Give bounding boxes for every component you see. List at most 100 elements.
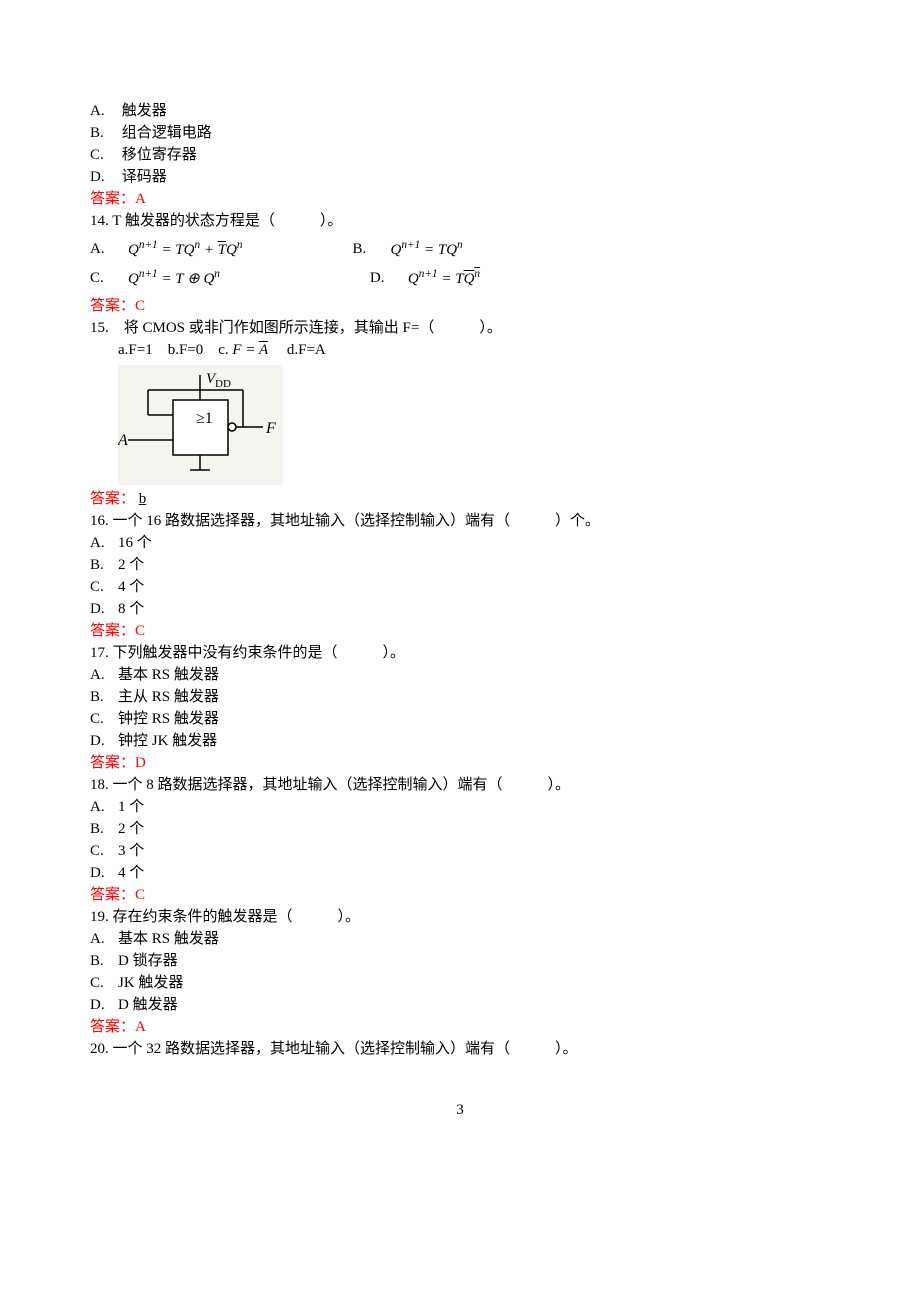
opt-text: 2 个 — [118, 821, 144, 837]
q14-option-a: A. Qn+1 = TQn + TQn — [90, 238, 243, 261]
opt-letter: B. — [90, 819, 118, 840]
q13-option-a: A. 触发器 — [90, 101, 830, 122]
opt-text: 2 个 — [118, 557, 144, 573]
equation: Qn+1 = TQn — [391, 238, 463, 261]
q15-stem: 15. 将 CMOS 或非门作如图所示连接，其输出 F=（ ）。 — [90, 318, 830, 339]
opt-text: 3 个 — [118, 843, 144, 859]
q14-answer: 答案：C — [90, 296, 830, 317]
opt-letter: A. — [90, 101, 118, 122]
equation: Qn+1 = T ⊕ Qn — [128, 267, 220, 290]
equation: Qn+1 = TQn — [408, 267, 480, 290]
gate-label: ≥1 — [196, 410, 213, 427]
q19-option-c: C.JK 触发器 — [90, 973, 830, 994]
equation: F = A — [232, 342, 268, 358]
q20-stem: 20. 一个 32 路数据选择器，其地址输入（选择控制输入）端有（ ）。 — [90, 1039, 830, 1060]
q16-option-d: D.8 个 — [90, 599, 830, 620]
q17-answer: 答案：D — [90, 753, 830, 774]
q16-stem: 16. 一个 16 路数据选择器，其地址输入（选择控制输入）端有（ ）个。 — [90, 511, 830, 532]
opt-letter: A. — [90, 929, 118, 950]
opt-text: 主从 RS 触发器 — [118, 689, 219, 705]
opt-letter: C. — [90, 145, 118, 166]
opt-letter: C. — [90, 268, 118, 289]
opt-text: 基本 RS 触发器 — [118, 667, 219, 683]
opt-text: 移位寄存器 — [122, 147, 197, 163]
q15-circuit-diagram: ≥1 V DD A F — [118, 365, 283, 485]
q14-options-row1: A. Qn+1 = TQn + TQn B. Qn+1 = TQn — [90, 238, 830, 261]
opt-text: 译码器 — [122, 169, 167, 185]
q19-option-d: D.D 触发器 — [90, 995, 830, 1016]
opt-letter: A. — [90, 797, 118, 818]
opt-text: 8 个 — [118, 601, 144, 617]
q14-stem: 14. T 触发器的状态方程是（ ）。 — [90, 211, 830, 232]
opt-text: 4 个 — [118, 579, 144, 595]
opt-text: 组合逻辑电路 — [122, 125, 212, 141]
q13-answer: 答案：A — [90, 189, 830, 210]
q15-options: a.F=1 b.F=0 c. F = A d.F=A — [90, 340, 830, 361]
a-label: A — [118, 432, 128, 449]
opt-letter: B. — [90, 951, 118, 972]
equation: Qn+1 = TQn + TQn — [128, 238, 243, 261]
opt-letter: D. — [90, 167, 118, 188]
opt-text: 16 个 — [118, 535, 152, 551]
q18-option-c: C.3 个 — [90, 841, 830, 862]
opt-text: 基本 RS 触发器 — [118, 931, 219, 947]
opt-text: D 触发器 — [118, 997, 178, 1013]
opt-text: 钟控 RS 触发器 — [118, 711, 219, 727]
opt-letter: C. — [90, 973, 118, 994]
q18-option-d: D.4 个 — [90, 863, 830, 884]
opt-text: 4 个 — [118, 865, 144, 881]
q18-answer: 答案：C — [90, 885, 830, 906]
q16-option-b: B.2 个 — [90, 555, 830, 576]
q17-option-d: D.钟控 JK 触发器 — [90, 731, 830, 752]
opt-letter: C. — [90, 841, 118, 862]
opt-letter: B. — [90, 123, 118, 144]
opt-letter: D. — [370, 268, 398, 289]
q16-answer: 答案：C — [90, 621, 830, 642]
opt-letter: D. — [90, 731, 118, 752]
q17-option-b: B.主从 RS 触发器 — [90, 687, 830, 708]
opt-letter: B. — [90, 555, 118, 576]
vdd-sub: DD — [215, 378, 231, 390]
q18-option-a: A.1 个 — [90, 797, 830, 818]
opt-letter: B. — [353, 239, 381, 260]
page-number: 3 — [90, 1100, 830, 1121]
opt-text: 1 个 — [118, 799, 144, 815]
opt-letter: C. — [90, 709, 118, 730]
q13-option-d: D. 译码器 — [90, 167, 830, 188]
q14-options-row2: C. Qn+1 = T ⊕ Qn D. Qn+1 = TQn — [90, 267, 830, 290]
q19-stem: 19. 存在约束条件的触发器是（ ）。 — [90, 907, 830, 928]
q13-option-c: C. 移位寄存器 — [90, 145, 830, 166]
opts-post: d.F=A — [272, 342, 326, 358]
opt-letter: D. — [90, 995, 118, 1016]
answer-value: b — [139, 491, 147, 507]
q19-option-b: B.D 锁存器 — [90, 951, 830, 972]
q16-option-a: A.16 个 — [90, 533, 830, 554]
opt-letter: D. — [90, 599, 118, 620]
opt-letter: A. — [90, 239, 118, 260]
opt-letter: D. — [90, 863, 118, 884]
q19-answer: 答案：A — [90, 1017, 830, 1038]
q13-option-b: B. 组合逻辑电路 — [90, 123, 830, 144]
opts-pre: a.F=1 b.F=0 c. — [118, 342, 232, 358]
q17-option-a: A.基本 RS 触发器 — [90, 665, 830, 686]
opt-text: 钟控 JK 触发器 — [118, 733, 217, 749]
opt-text: D 锁存器 — [118, 953, 178, 969]
q17-option-c: C.钟控 RS 触发器 — [90, 709, 830, 730]
q15-answer: 答案： b — [90, 489, 830, 510]
q16-option-c: C.4 个 — [90, 577, 830, 598]
q18-option-b: B.2 个 — [90, 819, 830, 840]
q18-stem: 18. 一个 8 路数据选择器，其地址输入（选择控制输入）端有（ ）。 — [90, 775, 830, 796]
opt-letter: A. — [90, 533, 118, 554]
opt-letter: A. — [90, 665, 118, 686]
q14-option-d: D. Qn+1 = TQn — [370, 267, 480, 290]
answer-prefix: 答案： — [90, 491, 135, 507]
f-label: F — [265, 420, 276, 437]
q14-option-c: C. Qn+1 = T ⊕ Qn — [90, 267, 220, 290]
opt-text: 触发器 — [122, 103, 167, 119]
opt-text: JK 触发器 — [118, 975, 183, 991]
q19-option-a: A.基本 RS 触发器 — [90, 929, 830, 950]
opt-letter: B. — [90, 687, 118, 708]
q17-stem: 17. 下列触发器中没有约束条件的是（ ）。 — [90, 643, 830, 664]
opt-letter: C. — [90, 577, 118, 598]
q14-option-b: B. Qn+1 = TQn — [353, 238, 463, 261]
